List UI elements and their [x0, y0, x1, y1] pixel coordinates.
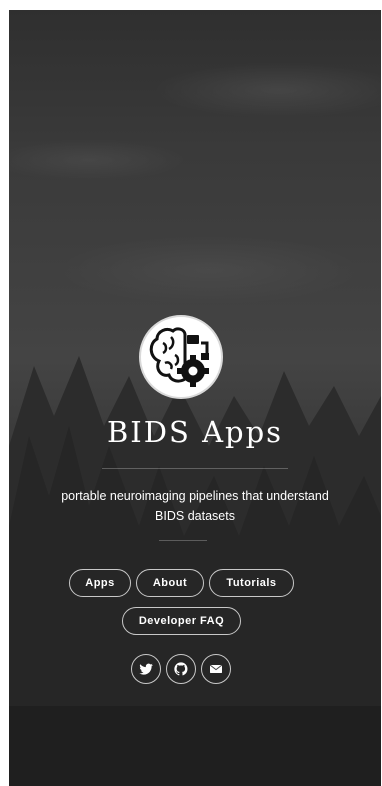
hero-section: BIDS Apps portable neuroimaging pipeline… [9, 10, 381, 786]
tutorials-button[interactable]: Tutorials [209, 569, 294, 597]
email-icon [209, 664, 223, 673]
bids-apps-logo [139, 315, 223, 399]
divider [102, 468, 288, 469]
tagline: portable neuroimaging pipelines that und… [29, 486, 361, 526]
divider-short [159, 540, 207, 541]
github-icon [174, 662, 188, 676]
email-link[interactable] [201, 654, 231, 684]
brain-gear-icon [149, 327, 209, 387]
twitter-icon [139, 663, 153, 675]
github-link[interactable] [166, 654, 196, 684]
twitter-link[interactable] [131, 654, 161, 684]
page-title: BIDS Apps [106, 415, 284, 449]
tagline-line-1: portable neuroimaging pipelines that und… [61, 489, 329, 503]
about-button[interactable]: About [136, 569, 204, 597]
tagline-line-2: BIDS datasets [155, 509, 235, 523]
apps-button[interactable]: Apps [69, 569, 131, 597]
developer-faq-button[interactable]: Developer FAQ [122, 607, 241, 635]
